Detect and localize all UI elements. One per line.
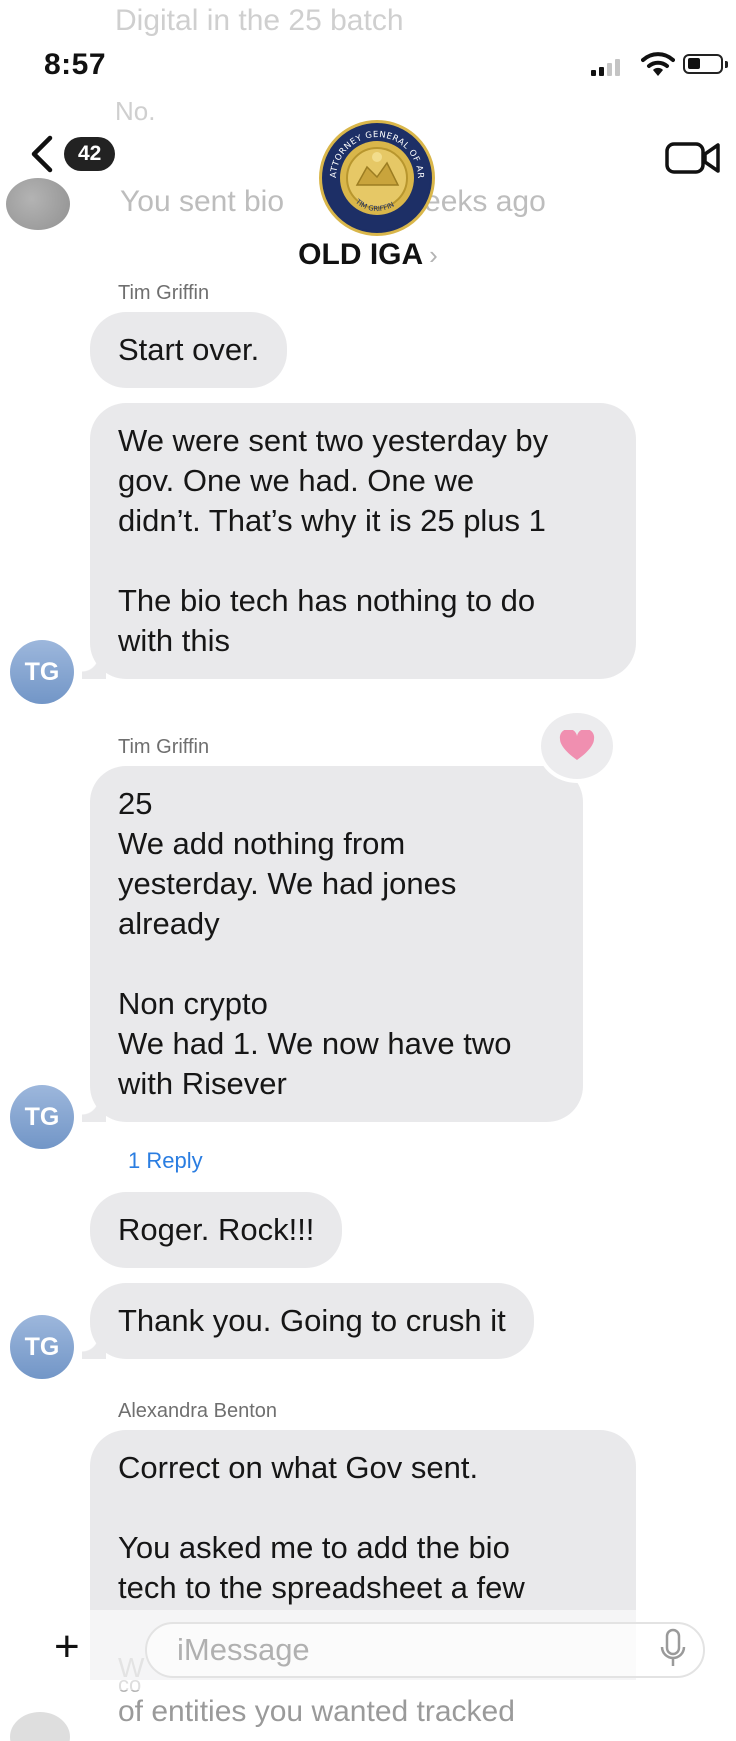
sender-avatar[interactable]: TG	[10, 640, 74, 704]
thread-reply-link[interactable]: 1 Reply	[128, 1148, 203, 1174]
add-attachment-button[interactable]: +	[54, 1622, 80, 1672]
sender-name: Tim Griffin	[118, 736, 210, 758]
microphone-icon[interactable]	[660, 1628, 686, 1670]
heart-reaction[interactable]	[541, 713, 613, 779]
battery-icon	[683, 54, 728, 74]
scrolled-avatar	[6, 178, 70, 230]
back-button[interactable]: 42	[28, 134, 116, 174]
group-name-button[interactable]: OLD IGA ›	[0, 238, 736, 272]
group-name: OLD IGA	[298, 238, 424, 271]
cellular-signal-icon	[591, 58, 620, 76]
scrolled-text-bottom-2: of entities you wanted tracked	[118, 1695, 515, 1728]
unread-count-badge: 42	[64, 137, 116, 171]
message-bubble[interactable]: We were sent two yesterday by gov. One w…	[82, 403, 636, 679]
scrolled-text-second: No.	[115, 96, 156, 126]
message-bubble[interactable]: Roger. Rock!!!	[90, 1192, 343, 1268]
chevron-right-icon: ›	[429, 240, 438, 270]
message-bubble[interactable]: 25 We add nothing from yesterday. We had…	[82, 766, 583, 1122]
scrolled-text-top: Digital in the 25 batch	[115, 4, 404, 37]
wifi-icon	[641, 52, 675, 76]
chevron-left-icon	[31, 135, 53, 173]
attorney-general-seal-icon: ATTORNEY GENERAL OF ARKANSAS TIM GRIFFIN	[322, 123, 430, 231]
sender-avatar[interactable]: TG	[10, 1085, 74, 1149]
message-bubble[interactable]: Thank you. Going to crush it	[82, 1283, 534, 1359]
sender-avatar[interactable]: TG	[10, 1315, 74, 1379]
message-bubble[interactable]: Start over.	[90, 312, 288, 388]
sender-name: Tim Griffin	[118, 282, 210, 304]
group-avatar[interactable]: ATTORNEY GENERAL OF ARKANSAS TIM GRIFFIN	[319, 120, 435, 236]
status-time: 8:57	[44, 48, 107, 81]
heart-icon	[559, 730, 595, 760]
sender-name: Alexandra Benton	[118, 1400, 278, 1422]
video-call-icon[interactable]	[664, 138, 722, 178]
message-input[interactable]: iMessage	[145, 1622, 705, 1678]
scrolled-avatar	[10, 1712, 70, 1741]
